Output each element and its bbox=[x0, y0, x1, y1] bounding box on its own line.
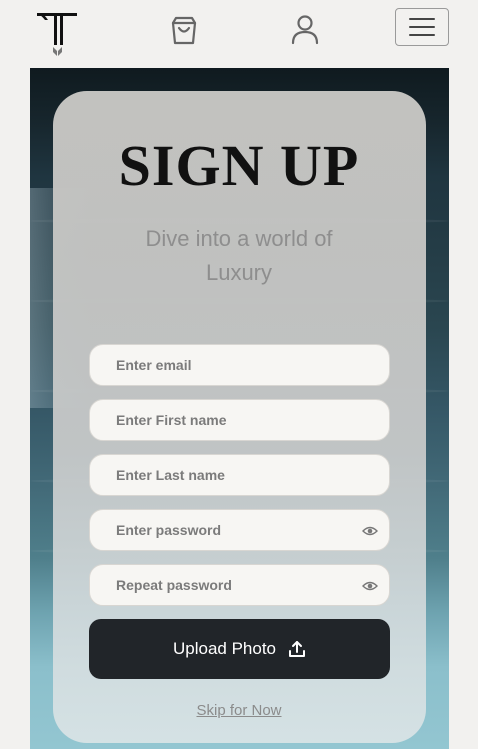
tt-logo-icon[interactable] bbox=[36, 11, 80, 57]
page-title: SIGN UP bbox=[118, 133, 360, 198]
skip-for-now-link[interactable]: Skip for Now bbox=[196, 702, 281, 719]
upload-photo-button[interactable]: Upload Photo bbox=[89, 619, 390, 679]
first-name-input[interactable] bbox=[90, 400, 389, 440]
last-name-input[interactable] bbox=[90, 455, 389, 495]
password-field[interactable] bbox=[89, 509, 390, 551]
upload-icon bbox=[289, 641, 306, 657]
email-input[interactable] bbox=[90, 345, 389, 385]
repeat-password-field[interactable] bbox=[89, 564, 390, 606]
user-icon[interactable] bbox=[290, 14, 320, 46]
email-field[interactable] bbox=[89, 344, 390, 386]
page-subtitle: Dive into a world of Luxury bbox=[145, 226, 333, 285]
top-nav bbox=[0, 0, 478, 62]
eye-icon[interactable] bbox=[362, 524, 378, 538]
eye-icon[interactable] bbox=[362, 579, 378, 593]
password-input[interactable] bbox=[90, 510, 389, 550]
repeat-password-input[interactable] bbox=[90, 565, 389, 605]
skip-container: Skip for Now bbox=[0, 702, 478, 720]
hamburger-menu-button[interactable] bbox=[395, 8, 449, 46]
first-name-field[interactable] bbox=[89, 399, 390, 441]
hamburger-line bbox=[409, 18, 435, 20]
shopping-bag-icon[interactable] bbox=[168, 14, 200, 46]
last-name-field[interactable] bbox=[89, 454, 390, 496]
hamburger-line bbox=[409, 26, 435, 28]
hamburger-line bbox=[409, 34, 435, 36]
upload-photo-label: Upload Photo bbox=[172, 639, 277, 658]
